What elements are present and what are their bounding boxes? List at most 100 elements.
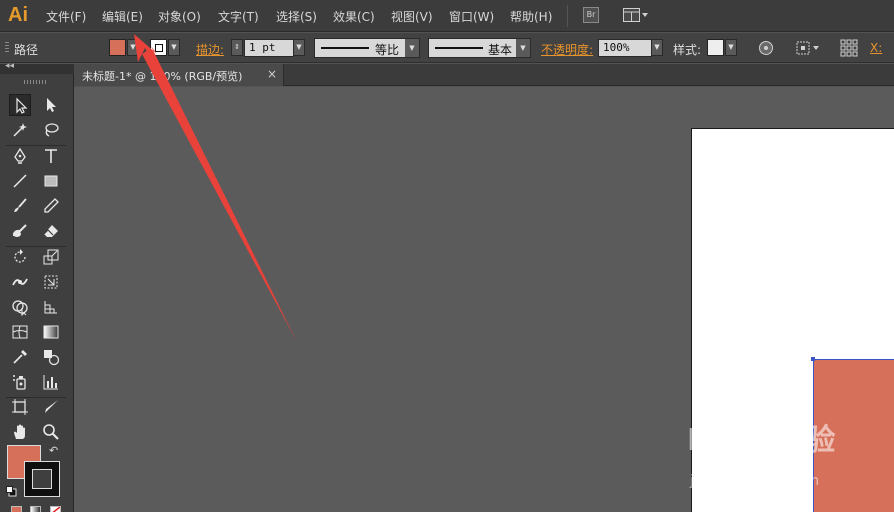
brush-definition-dropdown[interactable]: 基本 ▼ xyxy=(428,38,531,58)
stroke-weight-dropdown[interactable]: ▼ xyxy=(293,39,305,56)
type-tool[interactable] xyxy=(40,145,62,167)
collapse-panel-icon[interactable]: ◂◂ xyxy=(5,61,14,71)
none-mode-button[interactable] xyxy=(50,506,61,512)
free-transform-tool[interactable] xyxy=(40,271,62,293)
type-t-icon xyxy=(45,149,57,163)
symbol-sprayer-tool[interactable] xyxy=(9,371,31,393)
paintbrush-icon xyxy=(14,198,27,212)
graphic-style-swatch[interactable] xyxy=(707,39,724,56)
default-fill-stroke-icon[interactable] xyxy=(6,486,17,497)
rectangle-icon xyxy=(44,175,58,187)
tools-panel-header: ◂◂ xyxy=(0,61,74,74)
rectangle-tool[interactable] xyxy=(40,170,62,192)
watermark-logo: Bai百经验 xyxy=(687,423,837,458)
direct-selection-icon xyxy=(47,98,56,112)
hand-tool[interactable] xyxy=(9,421,31,443)
column-graph-icon xyxy=(43,375,58,390)
variable-width-profile-dropdown[interactable]: 等比 ▼ xyxy=(314,38,420,58)
blend-tool[interactable] xyxy=(40,346,62,368)
color-mode-button[interactable] xyxy=(11,506,22,512)
artboard-tool[interactable] xyxy=(9,396,31,418)
menu-edit[interactable]: 编辑(E) xyxy=(102,8,143,25)
stroke-color-swatch[interactable] xyxy=(150,39,167,56)
workspace-switcher-icon[interactable] xyxy=(623,8,649,23)
slice-knife-icon xyxy=(45,400,58,413)
gradient-tool[interactable] xyxy=(40,321,62,343)
control-bar-grip[interactable] xyxy=(5,42,9,54)
recolor-artwork-icon[interactable] xyxy=(758,40,774,56)
opacity-input[interactable]: 100% xyxy=(598,39,652,57)
fill-color-dropdown[interactable]: ▼ xyxy=(127,39,139,56)
stroke-weight-input[interactable]: 1 pt xyxy=(244,39,294,57)
menu-file[interactable]: 文件(F) xyxy=(46,8,86,25)
selection-tool[interactable] xyxy=(9,94,31,116)
graphic-style-dropdown[interactable]: ▼ xyxy=(725,39,737,56)
selection-type-label: 路径 xyxy=(14,43,39,57)
zoom-magnifier-icon xyxy=(43,424,59,440)
rotate-icon xyxy=(14,249,26,263)
column-graph-tool[interactable] xyxy=(40,371,62,393)
align-options-icon[interactable] xyxy=(796,40,822,56)
stroke-label[interactable]: 描边: xyxy=(196,41,224,58)
slice-tool[interactable] xyxy=(40,396,62,418)
stroke-weight-stepper[interactable]: ⇕ xyxy=(231,39,243,56)
menu-help[interactable]: 帮助(H) xyxy=(510,8,552,25)
width-tool[interactable] xyxy=(9,271,31,293)
rotate-tool[interactable] xyxy=(9,246,31,268)
stroke-color-box[interactable] xyxy=(24,461,60,497)
menu-window[interactable]: 窗口(W) xyxy=(449,8,494,25)
app-logo: Ai xyxy=(8,4,28,26)
artboard-icon xyxy=(12,399,28,415)
eraser-tool[interactable] xyxy=(40,220,62,242)
symbol-sprayer-icon xyxy=(13,375,26,390)
line-segment-tool[interactable] xyxy=(9,170,31,192)
direct-selection-tool[interactable] xyxy=(40,94,62,116)
control-bar: 路径 ▼ ▼ 描边: ⇕ 1 pt ▼ 等比 ▼ 基本 ▼ 不透明度: 100%… xyxy=(0,33,894,63)
menu-select[interactable]: 选择(S) xyxy=(276,8,317,25)
x-coordinate-label[interactable]: X: xyxy=(870,41,882,55)
magic-wand-icon xyxy=(13,123,27,137)
bridge-icon[interactable]: Br xyxy=(583,7,599,23)
eyedropper-tool[interactable] xyxy=(9,346,31,368)
menu-type[interactable]: 文字(T) xyxy=(218,8,259,25)
tab-document[interactable]: 未标题-1* @ 100% (RGB/预览) × xyxy=(74,64,284,86)
paintbrush-tool[interactable] xyxy=(9,195,31,217)
scale-tool[interactable] xyxy=(40,246,62,268)
selection-arrow-icon xyxy=(16,97,28,114)
opacity-label[interactable]: 不透明度: xyxy=(541,41,593,58)
menu-effect[interactable]: 效果(C) xyxy=(333,8,375,25)
magic-wand-tool[interactable] xyxy=(9,119,31,141)
blend-icon xyxy=(44,350,60,366)
menu-view[interactable]: 视图(V) xyxy=(391,8,433,25)
menu-separator xyxy=(567,5,568,27)
zoom-tool[interactable] xyxy=(40,421,62,443)
watermark: Bai百经验 jingyan.baidu.com xyxy=(687,415,887,495)
shape-builder-icon xyxy=(12,300,28,316)
anchor-point[interactable] xyxy=(811,357,815,361)
menu-object[interactable]: 对象(O) xyxy=(158,8,201,25)
width-tool-icon xyxy=(12,278,28,286)
pen-tool[interactable] xyxy=(9,145,31,167)
menu-bar: Ai 文件(F) 编辑(E) 对象(O) 文字(T) 选择(S) 效果(C) 视… xyxy=(0,0,894,32)
lasso-icon xyxy=(45,123,59,137)
opacity-dropdown[interactable]: ▼ xyxy=(651,39,663,56)
shape-builder-tool[interactable] xyxy=(9,296,31,318)
tools-panel-grip[interactable] xyxy=(24,80,46,84)
close-icon[interactable]: × xyxy=(267,67,277,81)
illustrator-window: Ai 文件(F) 编辑(E) 对象(O) 文字(T) 选择(S) 效果(C) 视… xyxy=(0,0,894,512)
gradient-mode-button[interactable] xyxy=(30,506,41,512)
lasso-tool[interactable] xyxy=(40,119,62,141)
perspective-grid-tool[interactable] xyxy=(40,296,62,318)
pencil-tool[interactable] xyxy=(40,195,62,217)
scale-icon xyxy=(43,249,59,265)
stroke-color-dropdown[interactable]: ▼ xyxy=(168,39,180,56)
swap-fill-stroke-icon[interactable]: ↶ xyxy=(49,444,58,457)
pen-icon xyxy=(14,147,26,164)
blob-brush-tool[interactable] xyxy=(9,220,31,242)
chevron-down-icon: ▼ xyxy=(405,39,419,57)
tools-panel: ↶ xyxy=(0,74,74,512)
fill-color-swatch[interactable] xyxy=(109,39,126,56)
transform-reference-icon[interactable] xyxy=(840,39,858,57)
brush-label: 基本 xyxy=(488,43,513,57)
mesh-tool[interactable] xyxy=(9,321,31,343)
